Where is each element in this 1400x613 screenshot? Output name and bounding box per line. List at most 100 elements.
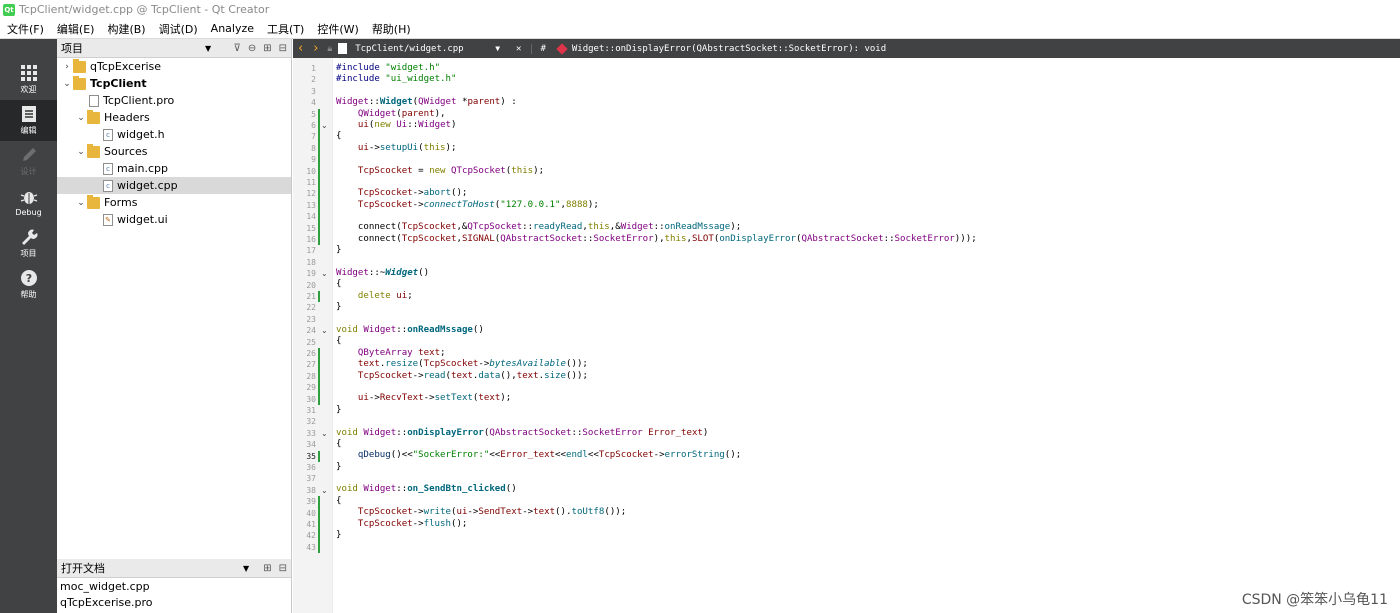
tree-item-widget-cpp[interactable]: c widget.cpp [57,177,291,194]
mode-design[interactable]: 设计 [0,141,57,182]
open-doc-item[interactable]: qTcpExcerise.pro [57,594,291,610]
fold-marker-icon[interactable]: ⌄ [321,325,328,336]
code-line[interactable]: TcpScocket->write(ui->SendText->text().t… [336,507,1396,518]
collapse-arrow-icon[interactable]: ⌄ [75,113,87,123]
menu-help[interactable]: 帮助(H) [365,21,417,37]
code-line[interactable]: { [336,279,1396,290]
code-line[interactable]: Widget::~Widget() [336,268,1396,279]
collapse-arrow-icon[interactable]: ⌄ [61,79,73,89]
code-line[interactable]: ui->RecvText->setText(text); [336,393,1396,404]
code-line[interactable]: #include "widget.h" [336,63,1396,74]
mode-edit[interactable]: 编辑 [0,100,57,141]
code-line[interactable]: QByteArray text; [336,348,1396,359]
code-line[interactable]: } [336,462,1396,473]
tree-item-forms[interactable]: ⌄ Forms [57,194,291,211]
tree-item-widget-h[interactable]: c widget.h [57,126,291,143]
code-line[interactable]: text.resize(TcpScocket->bytesAvailable()… [336,359,1396,370]
mode-projects[interactable]: 项目 [0,223,57,264]
change-marker [318,348,320,405]
tree-item-headers[interactable]: ⌄ Headers [57,109,291,126]
code-line[interactable] [336,541,1396,552]
code-line[interactable]: QWidget(parent), [336,109,1396,120]
menu-widgets[interactable]: 控件(W) [310,21,364,37]
line-number: 36 [306,463,316,472]
code-editor[interactable]: #include "widget.h" #include "ui_widget.h… [336,63,1396,611]
code-line[interactable]: ui->setupUi(this); [336,143,1396,154]
menu-edit[interactable]: 编辑(E) [50,21,101,37]
code-line[interactable]: void Widget::on_SendBtn_clicked() [336,484,1396,495]
menu-analyze[interactable]: Analyze [204,22,260,35]
split-icon[interactable]: ⊞ [263,43,271,54]
file-dropdown-icon[interactable]: ▼ [495,44,500,53]
mode-welcome[interactable]: 欢迎 [0,59,57,100]
edit-icon [21,106,36,122]
menu-tools[interactable]: 工具(T) [260,21,310,37]
code-line[interactable] [336,382,1396,393]
code-line[interactable]: void Widget::onDisplayError(QAbstractSoc… [336,428,1396,439]
code-line[interactable]: qDebug()<<"SockerError:"<<Error_text<<en… [336,450,1396,461]
code-line[interactable]: TcpScocket->flush(); [336,519,1396,530]
tree-item-tcpclient[interactable]: ⌄ TcpClient [57,75,291,92]
code-line[interactable]: void Widget::onReadMssage() [336,325,1396,336]
tree-item-main-cpp[interactable]: c main.cpp [57,160,291,177]
open-docs-dropdown-icon[interactable]: ▼ [243,564,249,573]
code-line[interactable]: TcpScocket->read(text.data(),text.size()… [336,371,1396,382]
code-line[interactable] [336,314,1396,325]
mode-help[interactable]: ? 帮助 [0,264,57,305]
code-line[interactable] [336,416,1396,427]
tree-item-tcpclient-pro[interactable]: TcpClient.pro [57,92,291,109]
view-dropdown-icon[interactable]: ▼ [205,44,211,53]
filter-icon[interactable]: ⊽ [234,43,241,54]
fold-marker-icon[interactable]: ⌄ [321,485,328,496]
code-line[interactable]: TcpScocket = new QTcpSocket(this); [336,166,1396,177]
close-pane-icon[interactable]: ⊟ [279,563,287,574]
code-line[interactable]: TcpScocket->abort(); [336,188,1396,199]
expand-arrow-icon[interactable]: › [61,62,73,72]
back-icon[interactable]: ‹ [298,41,303,56]
code-line[interactable]: } [336,302,1396,313]
forward-icon[interactable]: › [313,41,318,56]
split-icon[interactable]: ⊞ [263,563,271,574]
line-number: 32 [306,417,316,427]
code-line[interactable] [336,154,1396,165]
code-line[interactable]: connect(TcpScocket,SIGNAL(QAbstractSocke… [336,234,1396,245]
link-icon[interactable]: ⊖ [248,43,256,54]
collapse-arrow-icon[interactable]: ⌄ [75,198,87,208]
code-line[interactable] [336,257,1396,268]
code-line[interactable]: #include "ui_widget.h" [336,74,1396,85]
close-file-icon[interactable]: ✕ [516,44,521,54]
code-line[interactable]: delete ui; [336,291,1396,302]
tree-item-qtcpexcerise[interactable]: › qTcpExcerise [57,58,291,75]
tree-item-label: qTcpExcerise [90,60,162,73]
menu-debug[interactable]: 调试(D) [152,21,204,37]
code-line[interactable]: { [336,336,1396,347]
code-line[interactable] [336,86,1396,97]
code-line[interactable]: { [336,131,1396,142]
fold-marker-icon[interactable]: ⌄ [321,268,328,279]
menu-file[interactable]: 文件(F) [0,21,50,37]
open-doc-item[interactable]: moc_widget.cpp [57,578,291,594]
code-line[interactable] [336,211,1396,222]
symbol-selector[interactable]: Widget::onDisplayError(QAbstractSocket::… [572,44,886,54]
tree-item-widget-ui[interactable]: ✎ widget.ui [57,211,291,228]
collapse-arrow-icon[interactable]: ⌄ [75,147,87,157]
fold-marker-icon[interactable]: ⌄ [321,428,328,439]
code-line[interactable]: } [336,245,1396,256]
code-line[interactable] [336,473,1396,484]
code-line[interactable]: { [336,496,1396,507]
close-pane-icon[interactable]: ⊟ [279,43,287,54]
mode-projects-label: 项目 [20,249,37,258]
code-line[interactable]: { [336,439,1396,450]
code-line[interactable]: connect(TcpScocket,&QTcpSocket::readyRea… [336,222,1396,233]
code-line[interactable]: TcpScocket->connectToHost("127.0.0.1",88… [336,200,1396,211]
mode-debug[interactable]: Debug [0,182,57,223]
tree-item-sources[interactable]: ⌄ Sources [57,143,291,160]
code-line[interactable] [336,177,1396,188]
file-selector[interactable]: TcpClient/widget.cpp [355,44,495,54]
code-line[interactable]: } [336,530,1396,541]
menu-build[interactable]: 构建(B) [100,21,151,37]
code-line[interactable]: } [336,405,1396,416]
code-line[interactable]: Widget::Widget(QWidget *parent) : [336,97,1396,108]
code-line[interactable]: ui(new Ui::Widget) [336,120,1396,131]
fold-marker-icon[interactable]: ⌄ [321,120,328,131]
